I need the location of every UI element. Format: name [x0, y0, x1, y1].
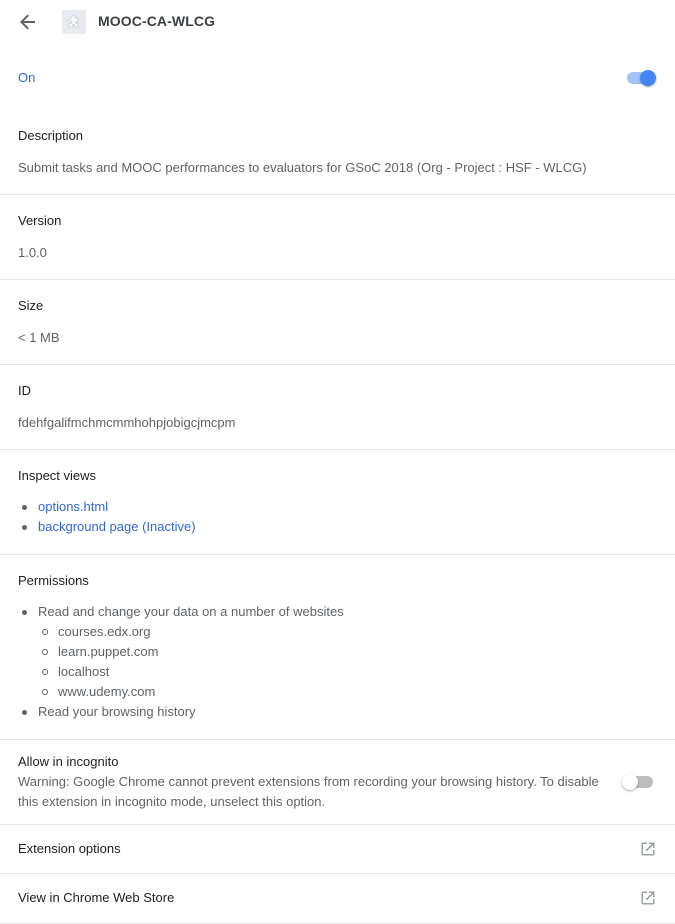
permissions-list: Read and change your data on a number of…: [18, 602, 344, 722]
description-section: Description Submit tasks and MOOC perfor…: [0, 112, 675, 195]
inspect-views-label: Inspect views: [18, 468, 97, 483]
open-in-new-icon[interactable]: [639, 889, 657, 907]
permissions-section: Permissions Read and change your data on…: [0, 555, 675, 740]
web-store-row[interactable]: View in Chrome Web Store: [0, 874, 675, 924]
permission-item: Read your browsing history: [18, 702, 344, 722]
extension-options-row[interactable]: Extension options: [0, 825, 675, 874]
permission-site: courses.edx.org: [38, 622, 344, 642]
incognito-section: Allow in incognito Warning: Google Chrom…: [0, 740, 675, 825]
extension-enabled-toggle[interactable]: [624, 68, 658, 88]
inspect-options-link[interactable]: options.html: [38, 499, 108, 514]
id-label: ID: [18, 383, 31, 398]
header: MOOC-CA-WLCG: [0, 0, 675, 44]
open-in-new-icon[interactable]: [639, 840, 657, 858]
version-section: Version 1.0.0: [0, 195, 675, 280]
inspect-views-list: options.html background page (Inactive): [18, 497, 196, 537]
list-item: options.html: [18, 497, 196, 517]
inspect-views-section: Inspect views options.html background pa…: [0, 450, 675, 555]
inspect-background-page-link[interactable]: background page (Inactive): [38, 519, 196, 534]
size-section: Size < 1 MB: [0, 280, 675, 365]
incognito-label: Allow in incognito: [18, 754, 119, 769]
permission-item: Read and change your data on a number of…: [18, 602, 344, 702]
permission-text: Read your browsing history: [38, 704, 196, 719]
version-value: 1.0.0: [18, 245, 47, 260]
id-value: fdehfgalifmchmcmmhohpjobigcjmcpm: [18, 415, 236, 430]
arrow-left-icon: [20, 14, 35, 30]
permissions-label: Permissions: [18, 573, 89, 588]
size-value: < 1 MB: [18, 330, 60, 345]
toggle-knob: [640, 70, 656, 86]
list-item: background page (Inactive): [18, 517, 196, 537]
description-value: Submit tasks and MOOC performances to ev…: [18, 160, 587, 175]
incognito-toggle[interactable]: [622, 772, 656, 792]
extension-details-page: MOOC-CA-WLCG On Description Submit tasks…: [0, 0, 675, 924]
web-store-label[interactable]: View in Chrome Web Store: [18, 890, 174, 905]
enabled-status-label: On: [18, 70, 36, 85]
toggle-knob: [622, 774, 638, 790]
permission-site: learn.puppet.com: [38, 642, 344, 662]
extension-options-label[interactable]: Extension options: [18, 841, 121, 856]
incognito-warning: Warning: Google Chrome cannot prevent ex…: [18, 774, 599, 809]
permission-sites-list: courses.edx.org learn.puppet.com localho…: [38, 622, 344, 702]
extension-title: MOOC-CA-WLCG: [98, 13, 216, 29]
description-label: Description: [18, 128, 84, 143]
back-button[interactable]: [18, 12, 38, 32]
permission-site: www.udemy.com: [38, 682, 344, 702]
size-label: Size: [18, 298, 44, 313]
permission-site: localhost: [38, 662, 344, 682]
id-section: ID fdehfgalifmchmcmmhohpjobigcjmcpm: [0, 365, 675, 450]
permission-text: Read and change your data on a number of…: [38, 604, 344, 619]
puzzle-piece-icon: [62, 10, 86, 34]
version-label: Version: [18, 213, 62, 228]
